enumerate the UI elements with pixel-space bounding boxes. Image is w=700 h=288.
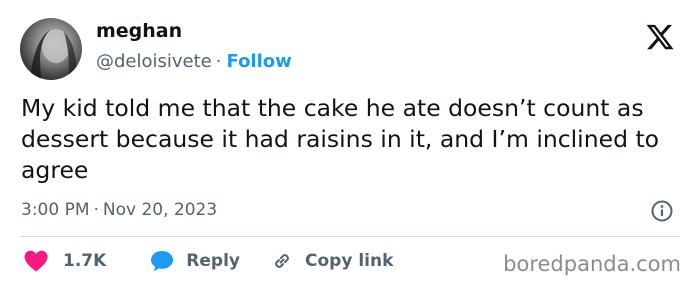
like-button[interactable]: 1.7K xyxy=(24,250,106,272)
action-bar: 1.7K Reply Copy link xyxy=(24,247,393,275)
x-logo-icon[interactable] xyxy=(645,22,675,52)
author-name[interactable]: meghan xyxy=(96,20,182,42)
tweet-text: My kid told me that the cake he ate does… xyxy=(21,94,660,184)
copy-link-label: Copy link xyxy=(305,251,394,271)
copy-link-button[interactable]: Copy link xyxy=(270,249,393,273)
reply-button[interactable]: Reply xyxy=(150,250,240,272)
avatar[interactable] xyxy=(20,18,82,80)
tweet-date: Nov 20, 2023 xyxy=(102,200,218,220)
handle-separator: · xyxy=(215,51,222,72)
author-handle-row: @deloisivete · Follow xyxy=(96,51,292,72)
author-handle[interactable]: @deloisivete xyxy=(96,51,212,72)
divider xyxy=(21,236,680,237)
like-count: 1.7K xyxy=(63,251,107,271)
speech-bubble-icon xyxy=(151,251,174,272)
link-icon xyxy=(275,254,289,268)
tweet-time: 3:00 PM xyxy=(21,200,90,220)
watermark: boredpanda.com xyxy=(503,252,681,276)
heart-icon xyxy=(24,250,48,272)
timestamp-separator: · xyxy=(93,200,99,220)
info-icon[interactable] xyxy=(650,199,674,223)
follow-button[interactable]: Follow xyxy=(227,51,292,72)
reply-label: Reply xyxy=(186,251,240,271)
tweet-timestamp[interactable]: 3:00 PM · Nov 20, 2023 xyxy=(21,200,217,220)
